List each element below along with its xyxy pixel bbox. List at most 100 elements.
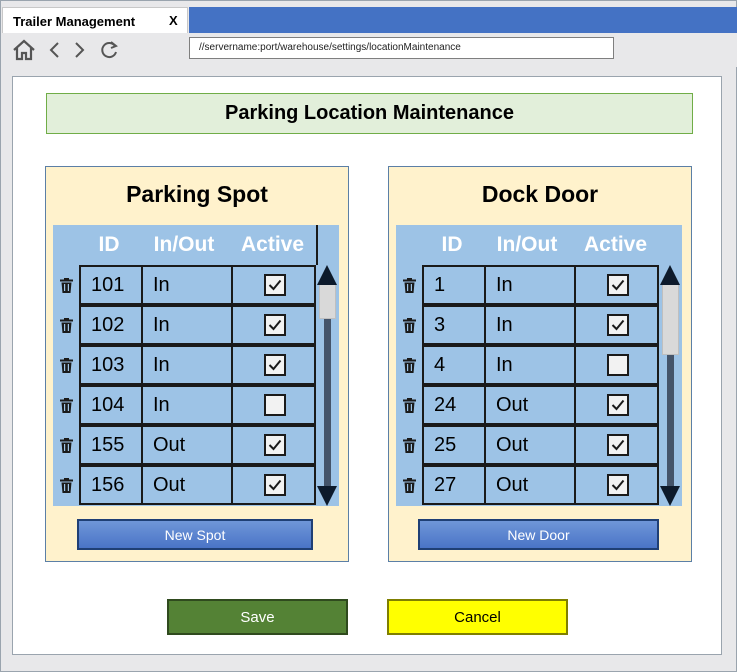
scrollbar-thumb[interactable] [319, 283, 336, 319]
browser-tab[interactable]: Trailer Management X [2, 7, 188, 33]
cell-active [574, 347, 659, 383]
table-row: 103 In [53, 345, 316, 385]
trash-icon[interactable] [396, 385, 422, 425]
cell-id: 3 [434, 313, 446, 336]
scroll-up-icon[interactable] [660, 265, 680, 285]
table-row: 24 Out [396, 385, 659, 425]
table-row: 156 Out [53, 465, 316, 505]
page-title-box: Parking Location Maintenance [46, 93, 693, 134]
parking-spot-panel: Parking Spot ID In/Out Active 101 In 102 In… [45, 166, 349, 562]
vertical-scrollbar[interactable] [659, 265, 682, 506]
cell-active [231, 467, 316, 503]
scroll-up-icon[interactable] [317, 265, 337, 285]
row-cells: 104 In [79, 385, 316, 425]
header-divider [316, 225, 318, 265]
save-button[interactable]: Save [167, 599, 348, 635]
cell-id: 4 [434, 353, 446, 376]
cell-id: 27 [434, 473, 457, 496]
column-header-id: ID [441, 233, 463, 256]
cancel-button[interactable]: Cancel [387, 599, 568, 635]
trash-icon[interactable] [53, 425, 79, 465]
trash-icon[interactable] [53, 305, 79, 345]
cell-active [574, 427, 659, 463]
cell-in-out: Out [484, 427, 574, 463]
active-checkbox[interactable] [263, 394, 286, 416]
cell-active [574, 267, 659, 303]
cell-in-out: Out [484, 467, 574, 503]
panel-title: Dock Door [481, 181, 599, 207]
cell-id: 156 [91, 473, 125, 496]
trash-icon[interactable] [53, 385, 79, 425]
reload-icon[interactable] [98, 39, 120, 66]
cell-in-out: In [141, 267, 231, 303]
cell-active [231, 427, 316, 463]
table-row: 104 In [53, 385, 316, 425]
active-checkbox[interactable] [606, 474, 629, 496]
cell-id: 1 [434, 273, 446, 296]
cell-active [574, 307, 659, 343]
column-header-in-out: In/Out [496, 233, 558, 256]
table-row: 3 In [396, 305, 659, 345]
trash-icon[interactable] [396, 305, 422, 345]
active-checkbox[interactable] [606, 394, 629, 416]
close-icon[interactable]: X [169, 13, 178, 28]
cell-in-out: In [484, 347, 574, 383]
address-bar[interactable]: //servername:port/warehouse/settings/loc… [189, 37, 614, 59]
cell-in-out: Out [141, 467, 231, 503]
scroll-down-icon[interactable] [660, 486, 680, 506]
cell-id: 104 [91, 393, 125, 416]
table-row: 101 In [53, 265, 316, 305]
cell-id: 24 [434, 393, 457, 416]
active-checkbox[interactable] [263, 434, 286, 456]
row-cells: 156 Out [79, 465, 316, 505]
cell-in-out: In [141, 307, 231, 343]
active-checkbox[interactable] [606, 434, 629, 456]
page-title: Parking Location Maintenance [225, 102, 514, 124]
active-checkbox[interactable] [606, 314, 629, 336]
active-checkbox[interactable] [606, 354, 629, 376]
new-door-button[interactable]: New Door [418, 519, 659, 550]
row-cells: 1 In [422, 265, 659, 305]
active-checkbox[interactable] [263, 274, 286, 296]
row-cells: 4 In [422, 345, 659, 385]
cell-active [574, 387, 659, 423]
title-bar [189, 7, 737, 33]
row-cells: 155 Out [79, 425, 316, 465]
column-header-in-out: In/Out [153, 233, 215, 256]
cell-active [231, 307, 316, 343]
cell-id: 103 [91, 353, 125, 376]
home-icon[interactable] [12, 39, 36, 66]
cell-id: 102 [91, 313, 125, 336]
trash-icon[interactable] [396, 345, 422, 385]
trash-icon[interactable] [53, 265, 79, 305]
trash-icon[interactable] [396, 425, 422, 465]
scroll-down-icon[interactable] [317, 486, 337, 506]
row-cells: 24 Out [422, 385, 659, 425]
table-row: 155 Out [53, 425, 316, 465]
back-icon[interactable] [48, 39, 62, 66]
dock-door-table: ID In/Out Active 1 In 3 In 4 In 24 Out 25 Out 27 Ou… [396, 225, 682, 506]
trash-icon[interactable] [396, 265, 422, 305]
scrollbar-thumb[interactable] [662, 283, 679, 355]
tab-title: Trailer Management [13, 14, 136, 29]
trash-icon[interactable] [53, 465, 79, 505]
table-row: 1 In [396, 265, 659, 305]
active-checkbox[interactable] [263, 314, 286, 336]
table-row: 27 Out [396, 465, 659, 505]
new-spot-button[interactable]: New Spot [77, 519, 313, 550]
row-cells: 3 In [422, 305, 659, 345]
forward-icon[interactable] [72, 39, 86, 66]
cell-active [231, 267, 316, 303]
active-checkbox[interactable] [263, 474, 286, 496]
table-row: 102 In [53, 305, 316, 345]
trash-icon[interactable] [396, 465, 422, 505]
row-cells: 101 In [79, 265, 316, 305]
dock-door-panel: Dock Door ID In/Out Active 1 In 3 In 4 In 24 Ou… [388, 166, 692, 562]
cell-id: 101 [91, 273, 125, 296]
browser-window: Trailer Management X //servername:port/w… [0, 0, 737, 672]
trash-icon[interactable] [53, 345, 79, 385]
vertical-scrollbar[interactable] [316, 265, 339, 506]
cell-in-out: Out [484, 387, 574, 423]
active-checkbox[interactable] [263, 354, 286, 376]
active-checkbox[interactable] [606, 274, 629, 296]
